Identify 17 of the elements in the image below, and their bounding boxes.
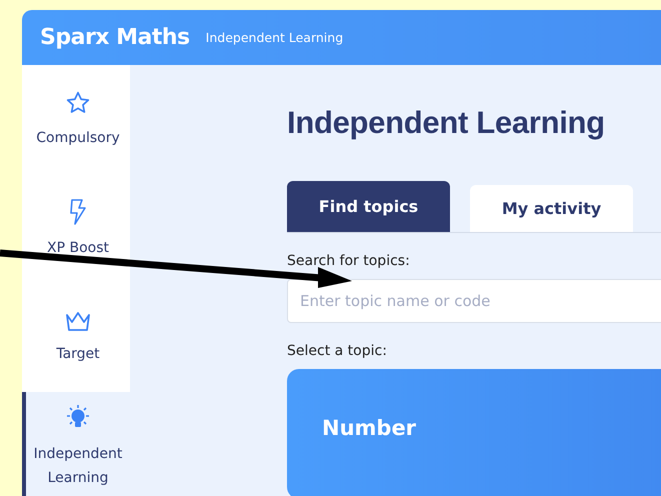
sidebar-item[interactable]: Compulsory bbox=[22, 65, 130, 174]
sidebar-label: Independent Learning bbox=[32, 444, 124, 488]
tab[interactable]: My activity bbox=[470, 185, 633, 232]
search-label: Search for topics: bbox=[287, 253, 411, 269]
sidebar-label: Compulsory bbox=[36, 128, 120, 148]
select-label: Select a topic: bbox=[287, 343, 388, 359]
sidebar-item[interactable]: XP Boost bbox=[22, 174, 130, 283]
star-icon bbox=[65, 90, 91, 116]
sidebar-label: XP Boost bbox=[46, 238, 109, 258]
page-title: Independent Learning bbox=[287, 105, 606, 141]
sidebar-item[interactable]: Independent Learning bbox=[22, 392, 130, 496]
tab[interactable]: Find topics bbox=[287, 181, 450, 232]
sidebar-item[interactable]: Target bbox=[22, 283, 130, 392]
sidebar-label: Target bbox=[56, 344, 100, 364]
crown-icon bbox=[64, 310, 92, 332]
header-subtitle: Independent Learning bbox=[206, 30, 344, 45]
search-field[interactable]: Enter topic name or code bbox=[287, 279, 661, 323]
